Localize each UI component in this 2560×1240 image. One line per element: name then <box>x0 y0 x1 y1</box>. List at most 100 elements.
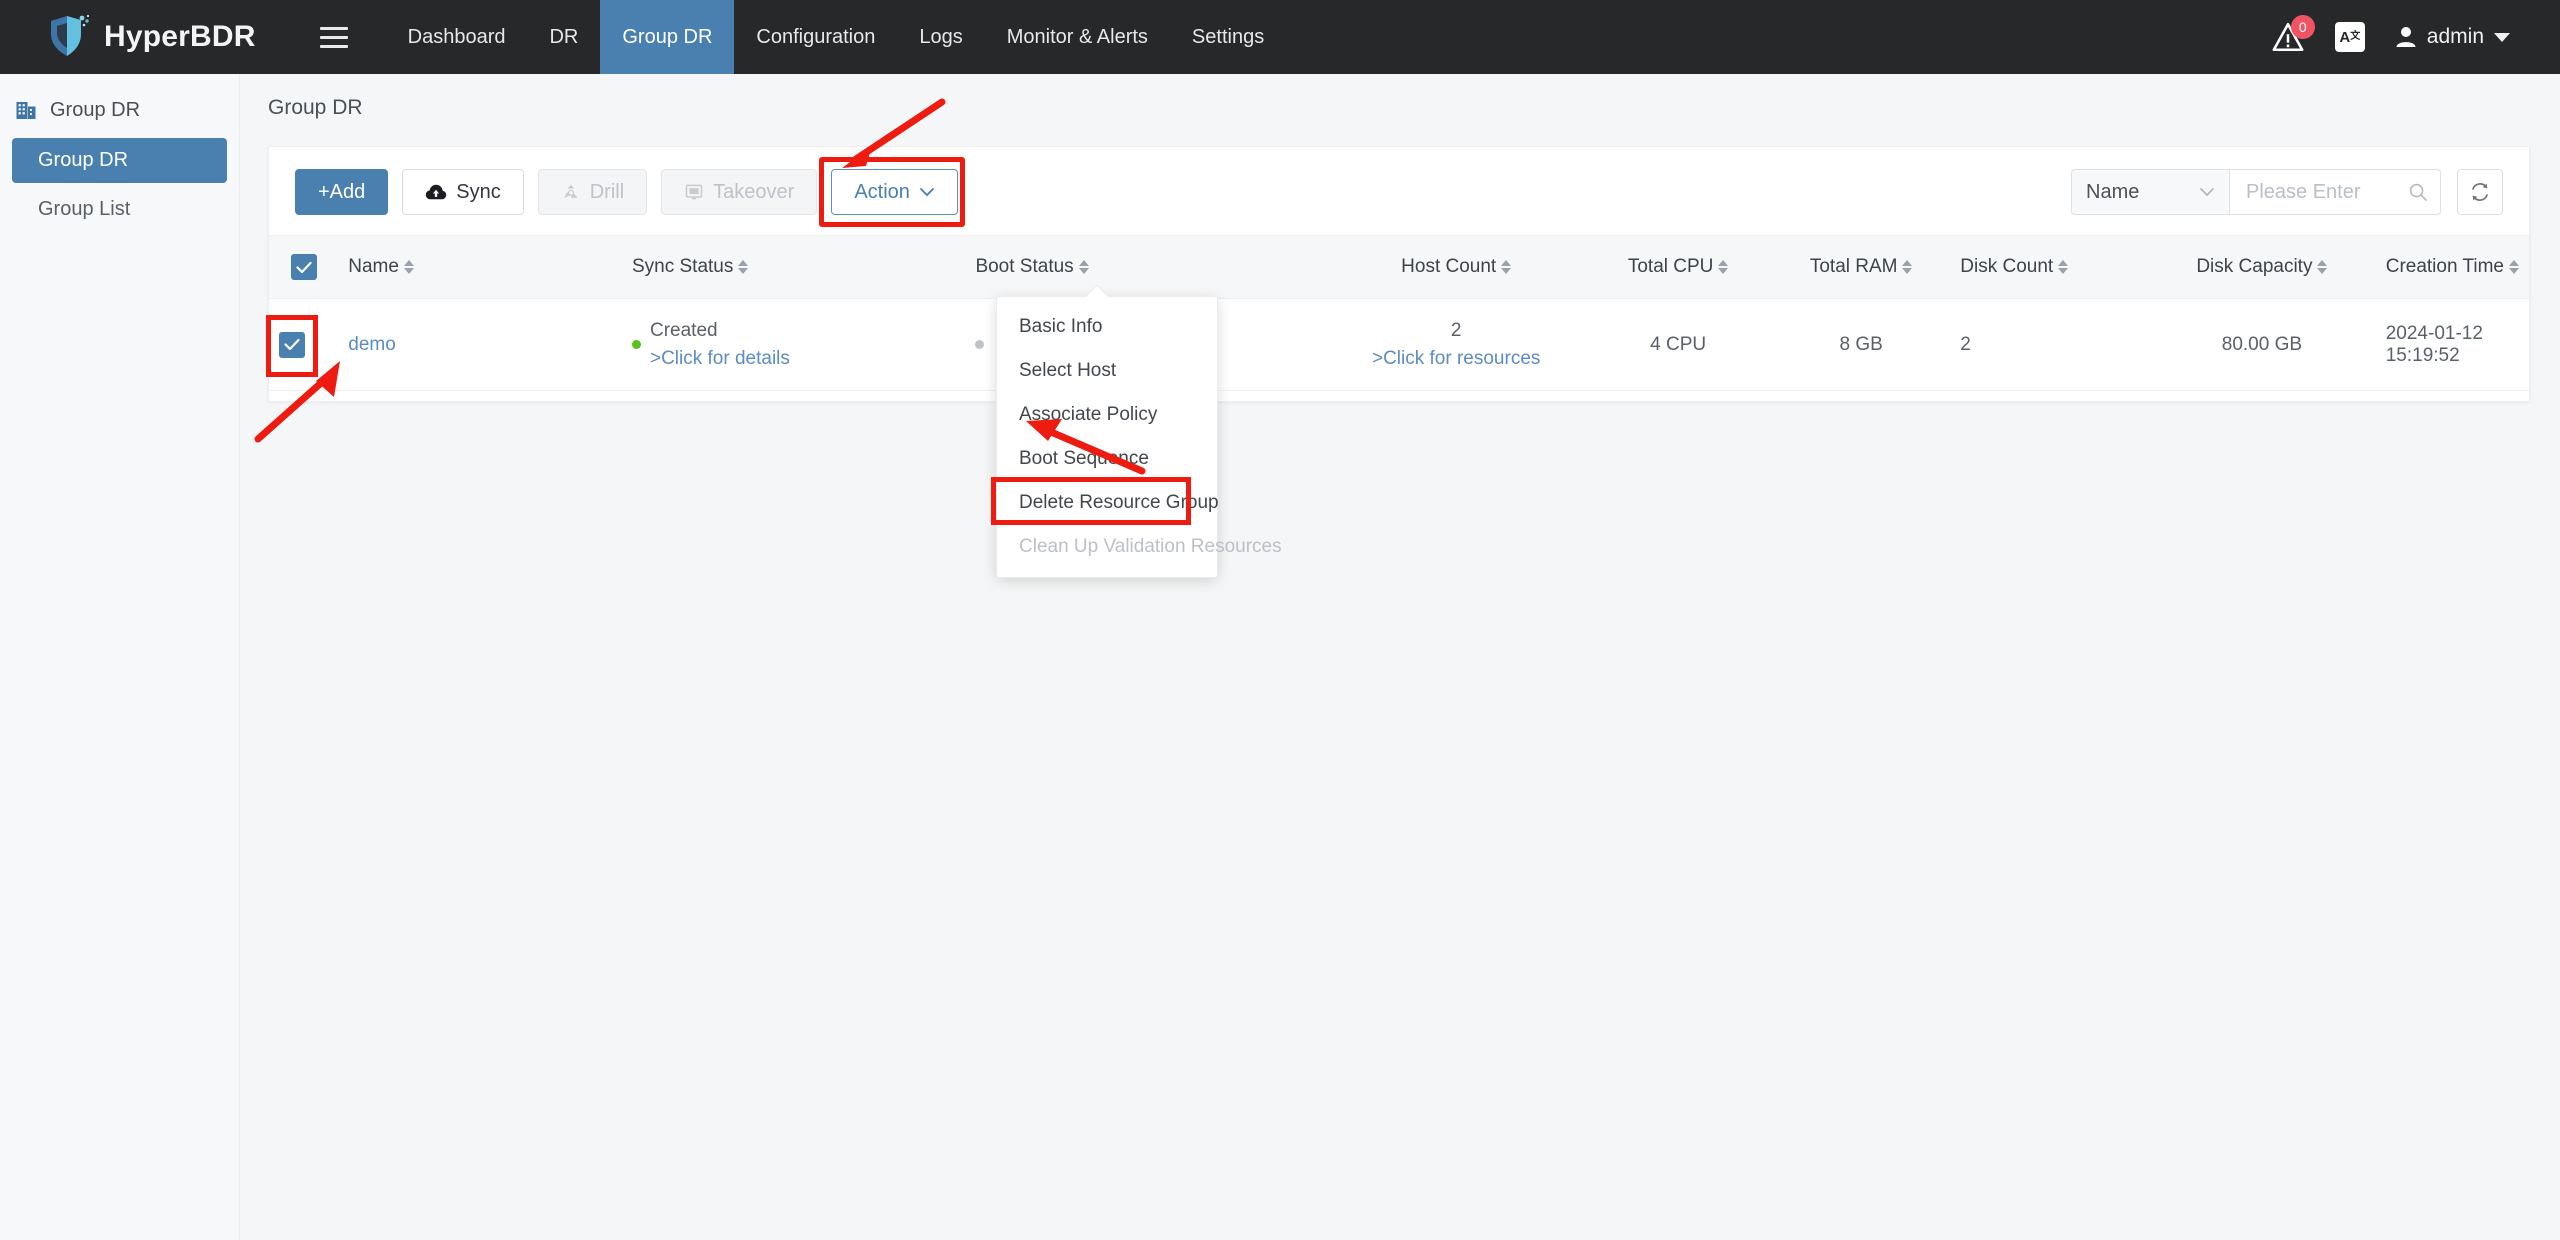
sort-icon[interactable] <box>403 260 414 274</box>
sync-button[interactable]: Sync <box>402 169 524 215</box>
menu-item-delete-resource-group[interactable]: Delete Resource Group <box>991 477 1219 525</box>
sync-status-dot <box>631 340 641 350</box>
sidebar-item-group-dr[interactable]: Group DR <box>12 138 227 183</box>
column-header-boot-status[interactable]: Boot Status <box>965 235 1329 299</box>
group-name-link[interactable]: demo <box>348 334 396 355</box>
column-label: Name <box>348 256 399 277</box>
column-header-total-ram[interactable]: Total RAM <box>1772 235 1951 299</box>
column-header-name[interactable]: Name <box>338 235 622 299</box>
translate-letter: A <box>2339 28 2351 46</box>
search-box <box>2229 169 2441 215</box>
translate-icon[interactable]: A文 <box>2334 22 2365 52</box>
action-button[interactable]: Action <box>831 169 958 215</box>
hamburger-icon[interactable] <box>298 0 370 74</box>
column-header-total-cpu[interactable]: Total CPU <box>1584 235 1773 299</box>
chevron-down-icon <box>2200 188 2214 197</box>
cell-disk-count: 2 <box>1950 298 2149 392</box>
sidebar-group-label: Group DR <box>50 98 141 121</box>
cell-disk-capacity: 80.00 GB <box>2148 298 2376 392</box>
sidebar-group-header: Group DR <box>0 86 239 134</box>
menu-item-basic-info[interactable]: Basic Info <box>997 305 1217 349</box>
nav-item-logs[interactable]: Logs <box>897 0 984 74</box>
sort-icon[interactable] <box>1078 260 1089 274</box>
sync-status-detail-link[interactable]: >Click for details <box>650 348 790 369</box>
top-right-actions: 0 A文 admin <box>2271 0 2560 74</box>
select-all-cell <box>269 235 339 299</box>
nav-item-group-dr[interactable]: Group DR <box>600 0 735 74</box>
column-label: Host Count <box>1401 256 1497 277</box>
boot-status-dot <box>975 340 985 350</box>
column-header-sync-status[interactable]: Sync Status <box>621 235 966 299</box>
sort-icon[interactable] <box>738 260 749 274</box>
sort-icon[interactable] <box>1902 260 1913 274</box>
user-menu[interactable]: admin <box>2395 25 2510 49</box>
search-icon[interactable] <box>2408 182 2428 202</box>
alert-count-badge: 0 <box>2290 15 2315 39</box>
sort-icon[interactable] <box>2317 260 2328 274</box>
main-content: Group DR +Add Sync Drill Takeover Action… <box>240 74 2560 1240</box>
menu-item-select-host[interactable]: Select Host <box>997 349 1217 393</box>
group-dr-panel: +Add Sync Drill Takeover Action Name Ple… <box>266 146 2530 403</box>
add-button[interactable]: +Add <box>295 169 389 215</box>
row-checkbox[interactable] <box>279 331 305 358</box>
nav-item-settings[interactable]: Settings <box>1170 0 1286 74</box>
table-toolbar: +Add Sync Drill Takeover Action Name Ple… <box>269 147 2529 235</box>
menu-item-delete-resource-group-label: Delete Resource Group <box>1019 492 1219 513</box>
nav-item-monitor-alerts[interactable]: Monitor & Alerts <box>985 0 1170 74</box>
nav-item-dashboard[interactable]: Dashboard <box>386 0 528 74</box>
takeover-button: Takeover <box>661 169 818 215</box>
brand-name: HyperBDR <box>104 20 256 53</box>
top-nav-items: Dashboard DR Group DR Configuration Logs… <box>386 0 1287 74</box>
sort-icon[interactable] <box>1501 260 1512 274</box>
action-button-wrapper: Action <box>819 157 966 227</box>
menu-item-boot-sequence[interactable]: Boot Sequence <box>997 437 1217 481</box>
filter-field-select[interactable]: Name <box>2071 169 2229 215</box>
table-body: demo Created >Click for details 2 >Click… <box>266 298 2529 392</box>
cell-total-ram: 8 GB <box>1772 298 1951 392</box>
host-resources-link[interactable]: >Click for resources <box>1372 348 1540 369</box>
sync-status-text: Created <box>649 320 718 341</box>
column-label: Creation Time <box>2385 256 2504 277</box>
sort-icon[interactable] <box>1718 260 1729 274</box>
breadcrumb: Group DR <box>268 96 363 119</box>
column-label: Disk Capacity <box>2196 256 2313 277</box>
user-name-label: admin <box>2426 25 2484 48</box>
group-dr-table: Name Sync Status Boot Status Host Count … <box>266 235 2529 392</box>
chevron-down-icon <box>919 188 934 197</box>
cell-creation-time: 2024-01-12 15:19:52 <box>2375 298 2529 392</box>
column-label: Boot Status <box>975 256 1074 277</box>
nav-item-dr[interactable]: DR <box>527 0 600 74</box>
search-area: Name <box>2071 169 2503 215</box>
sort-icon[interactable] <box>2058 260 2069 274</box>
brand-logo-area[interactable]: HyperBDR <box>0 0 280 74</box>
user-avatar-icon <box>2396 27 2416 47</box>
sidebar-item-group-list[interactable]: Group List <box>12 187 227 232</box>
column-header-creation-time[interactable]: Creation Time <box>2375 235 2529 299</box>
column-label: Total RAM <box>1809 256 1898 277</box>
refresh-button[interactable] <box>2457 169 2503 215</box>
menu-item-clean-up-validation-resources: Clean Up Validation Resources <box>1019 536 1282 557</box>
column-label: Disk Count <box>1960 256 2054 277</box>
cell-sync-status: Created >Click for details <box>621 298 966 392</box>
hyperbdr-shield-logo-icon <box>51 14 90 56</box>
chevron-down-icon <box>2494 32 2510 42</box>
cell-name: demo <box>338 298 622 392</box>
menu-item-associate-policy[interactable]: Associate Policy <box>997 393 1217 437</box>
filter-field-value: Name <box>2086 180 2140 203</box>
row-checkbox-wrapper <box>266 314 318 377</box>
nav-item-configuration[interactable]: Configuration <box>734 0 897 74</box>
drill-button: Drill <box>537 169 648 215</box>
sort-icon[interactable] <box>2509 260 2519 274</box>
select-all-checkbox[interactable] <box>290 254 317 280</box>
column-header-disk-count[interactable]: Disk Count <box>1950 235 2149 299</box>
host-count-value: 2 <box>1450 320 1462 341</box>
table-row: demo Created >Click for details 2 >Click… <box>266 298 2529 392</box>
action-dropdown-menu: Basic Info Select Host Associate Policy … <box>991 284 1282 578</box>
cell-total-cpu: 4 CPU <box>1584 298 1773 392</box>
column-header-host-count[interactable]: Host Count <box>1328 235 1585 299</box>
drill-button-label: Drill <box>589 180 625 203</box>
search-input[interactable] <box>2244 179 2394 205</box>
action-button-label: Action <box>854 180 910 203</box>
column-header-disk-capacity[interactable]: Disk Capacity <box>2148 235 2376 299</box>
alert-warning-icon[interactable]: 0 <box>2271 15 2315 54</box>
